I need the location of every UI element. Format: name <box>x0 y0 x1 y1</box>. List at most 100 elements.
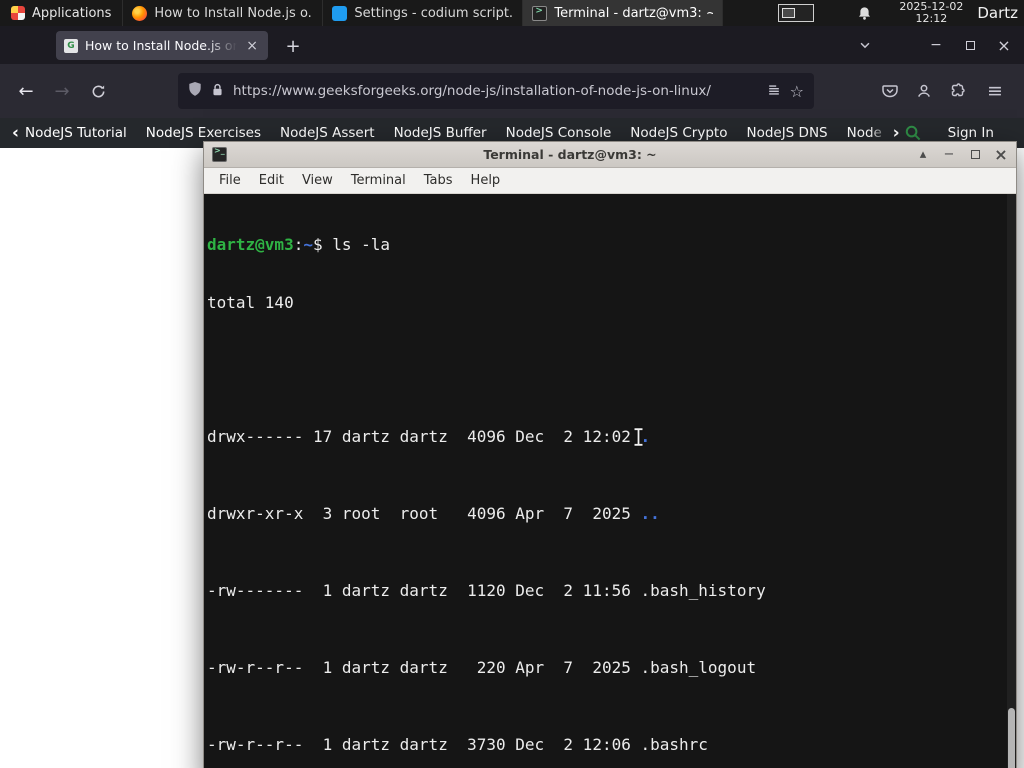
taskbar-window-icon <box>132 5 148 21</box>
file-attributes: -rw-r--r-- 1 dartz dartz 3730 Dec 2 12:0… <box>207 734 641 754</box>
terminal-line: -rw------- 1 dartz dartz 1120 Dec 2 11:5… <box>207 581 1006 600</box>
workspace-window-thumb <box>782 8 796 18</box>
browser-tab[interactable]: G How to Install Node.js or × <box>56 31 268 60</box>
terminal-menu-item[interactable]: Help <box>462 170 510 191</box>
file-name: .bash_history <box>640 581 766 600</box>
file-name: .bashrc <box>640 734 708 754</box>
site-search-icon[interactable] <box>904 124 922 142</box>
site-nav-link[interactable]: NodeJS Crypto <box>630 125 727 141</box>
terminal-scrollbar-thumb[interactable] <box>1008 708 1015 768</box>
terminal-total-line: total 140 <box>207 293 294 312</box>
terminal-scrollbar[interactable] <box>1007 194 1016 768</box>
file-name: .bash_logout <box>640 657 757 677</box>
back-button[interactable]: ← <box>10 75 42 107</box>
file-attributes: drwxr-xr-x 3 root root 4096 Apr 7 2025 <box>207 504 641 524</box>
tab-title: How to Install Node.js or <box>85 38 238 53</box>
site-nav-link[interactable]: Node <box>847 125 889 141</box>
terminal-menu-item[interactable]: Edit <box>250 170 293 191</box>
system-tray: 2025-12-02 12:12 Dartz <box>855 1 1024 25</box>
site-nav-items: NodeJS Tutorial NodeJS Exercises NodeJS … <box>25 125 889 141</box>
terminal-minimize-button[interactable]: − <box>942 147 956 163</box>
taskbar-window-icon <box>332 5 348 21</box>
tab-favicon: G <box>64 38 78 53</box>
window-task-list: How to Install Node.js o... Settings - c… <box>123 0 724 26</box>
user-label: Dartz <box>977 4 1018 22</box>
taskbar-window-title: How to Install Node.js o... <box>154 5 314 21</box>
site-nav-link[interactable]: NodeJS Assert <box>280 125 375 141</box>
terminal-titlebar[interactable]: Terminal - dartz@vm3: ~ ▴ − × <box>204 142 1016 168</box>
terminal-menu-item[interactable]: Tabs <box>415 170 462 191</box>
site-nav-link[interactable]: NodeJS DNS <box>746 125 827 141</box>
pocket-save-icon[interactable] <box>874 75 906 107</box>
prompt-user-host: dartz@vm3 <box>207 235 294 255</box>
taskbar-window-title: Terminal - dartz@vm3: ~ <box>554 5 714 21</box>
ibeam-mouse-pointer <box>633 428 644 450</box>
reader-mode-icon[interactable] <box>767 82 781 101</box>
terminal-window: Terminal - dartz@vm3: ~ ▴ − × File Edit … <box>203 141 1017 768</box>
terminal-maximize-button[interactable] <box>968 147 982 163</box>
extensions-puzzle-icon[interactable] <box>942 75 974 107</box>
applications-menu-button[interactable]: Applications <box>0 0 124 26</box>
terminal-line: drwx------ 17 dartz dartz 4096 Dec 2 12:… <box>207 427 1006 446</box>
nav-chevron-left-icon[interactable]: ‹ <box>8 124 23 142</box>
terminal-line: -rw-r--r-- 1 dartz dartz 3730 Dec 2 12:0… <box>207 735 1006 754</box>
prompt-path: ~ <box>303 235 313 255</box>
terminal-output-area[interactable]: dartz@vm3:~$ ls -la total 140 drwx------… <box>204 194 1016 768</box>
site-nav-link[interactable]: NodeJS Exercises <box>146 125 261 141</box>
hamburger-menu-icon[interactable]: ≡ <box>979 75 1011 107</box>
taskbar-window-title: Settings - codium script... <box>354 5 514 21</box>
browser-restore-button[interactable] <box>956 34 984 56</box>
terminal-line: -rw-r--r-- 1 dartz dartz 220 Apr 7 2025 … <box>207 658 1006 677</box>
terminal-close-button[interactable]: × <box>994 145 1008 164</box>
tracking-protection-shield-icon[interactable] <box>188 81 202 101</box>
list-all-tabs-icon[interactable] <box>858 37 872 56</box>
terminal-line: drwxr-xr-x 3 root root 4096 Apr 7 2025 .… <box>207 504 1006 523</box>
nav-chevron-right-icon[interactable]: › <box>889 124 904 142</box>
sign-in-link[interactable]: Sign In <box>948 125 994 141</box>
site-nav-link[interactable]: NodeJS Tutorial <box>25 125 127 141</box>
terminal-menu-item[interactable]: File <box>210 170 250 191</box>
lock-icon[interactable] <box>211 82 224 101</box>
terminal-menu-item[interactable]: Terminal <box>342 170 415 191</box>
url-bar[interactable]: https://www.geeksforgeeks.org/node-js/in… <box>178 73 814 109</box>
clock[interactable]: 2025-12-02 12:12 <box>899 1 963 25</box>
taskbar-window-button[interactable]: Terminal - dartz@vm3: ~ <box>523 0 724 26</box>
site-nav-link[interactable]: NodeJS Buffer <box>394 125 487 141</box>
terminal-listing: drwx------ 17 dartz dartz 4096 Dec 2 12:… <box>207 351 1006 768</box>
taskbar-window-icon <box>532 5 548 21</box>
file-attributes: drwx------ 17 dartz dartz 4096 Dec 2 12:… <box>207 427 641 447</box>
forward-button[interactable]: → <box>46 75 78 107</box>
new-tab-button[interactable]: + <box>280 33 306 59</box>
maximize-icon <box>970 150 980 159</box>
browser-minimize-button[interactable]: − <box>922 34 950 56</box>
applications-icon <box>11 6 25 20</box>
prompt-symbol: $ <box>312 235 323 255</box>
browser-nav-toolbar: ← → https://www.geeksforgeeks.org/node-j… <box>0 64 1024 118</box>
browser-close-button[interactable]: × <box>990 34 1018 56</box>
applications-label: Applications <box>32 5 112 21</box>
terminal-menu-item[interactable]: View <box>293 170 342 191</box>
notifications-bell-icon[interactable] <box>855 5 873 21</box>
system-taskbar: Applications How to Install Node.js o...… <box>0 0 1024 26</box>
taskbar-window-button[interactable]: Settings - codium script... <box>323 0 524 26</box>
url-text: https://www.geeksforgeeks.org/node-js/in… <box>233 83 711 99</box>
file-name: .. <box>640 504 660 524</box>
file-attributes: -rw-r--r-- 1 dartz dartz 220 Apr 7 2025 <box>207 657 641 677</box>
browser-tab-bar: G How to Install Node.js or × + − × <box>0 26 1024 64</box>
tab-close-icon[interactable]: × <box>244 38 260 54</box>
terminal-window-controls: ▴ − × <box>916 145 1008 164</box>
taskbar-window-button[interactable]: How to Install Node.js o... <box>123 0 324 26</box>
bookmark-star-icon[interactable]: ☆ <box>790 82 804 101</box>
restore-icon <box>965 40 975 50</box>
site-nav-link[interactable]: NodeJS Console <box>506 125 612 141</box>
terminal-shade-button[interactable]: ▴ <box>916 147 930 163</box>
terminal-menubar: File Edit View Terminal Tabs Help <box>204 168 1016 194</box>
workspace-switcher[interactable] <box>778 4 815 22</box>
account-icon[interactable] <box>908 75 940 107</box>
terminal-window-title: Terminal - dartz@vm3: ~ <box>483 147 657 162</box>
desktop: Applications How to Install Node.js o...… <box>0 0 1024 768</box>
reload-button[interactable] <box>82 75 114 107</box>
clock-time: 12:12 <box>915 12 948 25</box>
prompt-colon: : <box>293 235 304 255</box>
typed-command: ls -la <box>322 235 391 255</box>
